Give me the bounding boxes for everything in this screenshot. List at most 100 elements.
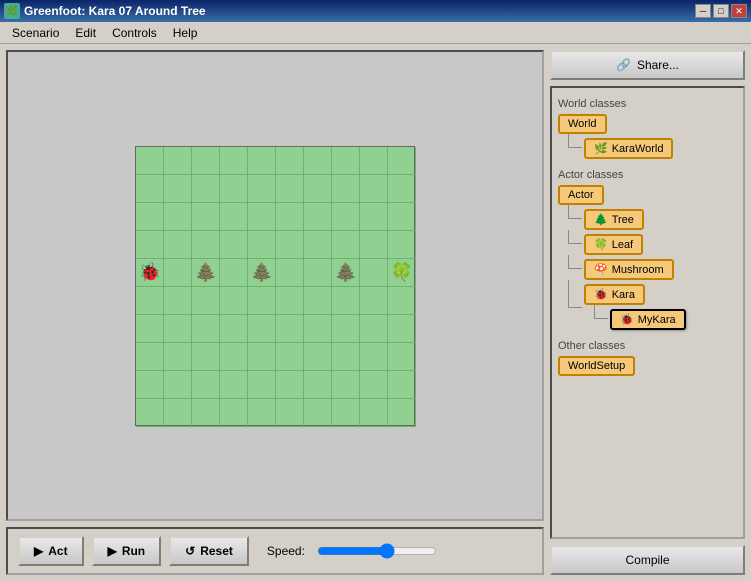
run-icon: ▶: [108, 544, 117, 558]
actor-classes-section: Actor classes Actor 🌲 Tree: [558, 169, 737, 332]
minimize-button[interactable]: ─: [695, 4, 711, 18]
share-button[interactable]: 🔗 Share...: [550, 50, 745, 80]
grid-cell: [248, 371, 276, 399]
grid-cell: [360, 147, 388, 175]
share-icon: 🔗: [616, 58, 631, 72]
class-box-leaf[interactable]: 🍀 Leaf: [584, 234, 643, 255]
grid-cell: [332, 287, 360, 315]
act-button[interactable]: ▶ Act: [18, 536, 84, 566]
grid-cell: [192, 343, 220, 371]
world-area: 🐞🌲🌲🌲🍀: [6, 50, 544, 521]
grid-cell: [220, 287, 248, 315]
classes-panel: World classes World 🌿 KaraWorld: [550, 86, 745, 539]
class-node-worldsetup: WorldSetup: [558, 356, 737, 376]
class-box-actor[interactable]: Actor: [558, 185, 604, 205]
class-box-worldsetup[interactable]: WorldSetup: [558, 356, 635, 376]
maximize-button[interactable]: □: [713, 4, 729, 18]
menu-edit[interactable]: Edit: [67, 24, 104, 42]
close-button[interactable]: ✕: [731, 4, 747, 18]
leaf-icon: 🍀: [594, 238, 608, 251]
grid-cell: [136, 343, 164, 371]
grid-cell: [276, 147, 304, 175]
grid-cell: [332, 203, 360, 231]
grid-cell: [164, 259, 192, 287]
grid-cell: [304, 231, 332, 259]
grid-cell: [220, 399, 248, 427]
grid-cell: [332, 315, 360, 343]
mykara-icon: 🐞: [620, 313, 634, 326]
tree-sprite: 🌲: [192, 259, 220, 287]
grid-cell: [360, 287, 388, 315]
class-node-mykara: 🐞 MyKara: [610, 309, 686, 330]
class-box-world[interactable]: World: [558, 114, 607, 134]
menu-scenario[interactable]: Scenario: [4, 24, 67, 42]
speed-label: Speed:: [267, 544, 305, 558]
menu-help[interactable]: Help: [165, 24, 206, 42]
grid-cell: [248, 203, 276, 231]
karaworld-label: KaraWorld: [612, 143, 664, 155]
window-title: Greenfoot: Kara 07 Around Tree: [24, 4, 206, 18]
grid-cell: [192, 287, 220, 315]
grid-cell: [192, 203, 220, 231]
world-grid: 🐞🌲🌲🌲🍀: [135, 146, 415, 426]
grid-cell: [276, 175, 304, 203]
other-classes-section: Other classes WorldSetup: [558, 340, 737, 376]
grid-cell: [388, 343, 416, 371]
class-node-leaf: 🍀 Leaf: [584, 234, 643, 255]
grid-cell: [332, 231, 360, 259]
grid-cell: [220, 371, 248, 399]
window-controls: ─ □ ✕: [695, 4, 747, 18]
grid-cell: [360, 231, 388, 259]
class-box-mushroom[interactable]: 🍄 Mushroom: [584, 259, 674, 280]
grid-cell: [248, 231, 276, 259]
menu-controls[interactable]: Controls: [104, 24, 165, 42]
grid-cell: [388, 147, 416, 175]
grid-cell: [304, 259, 332, 287]
act-icon: ▶: [34, 544, 43, 558]
tree-sprite: 🌲: [248, 259, 276, 287]
grid-cell: [304, 175, 332, 203]
grid-cell: [388, 203, 416, 231]
grid-cell: [276, 399, 304, 427]
grid-cell: [304, 315, 332, 343]
grid-cell: [220, 315, 248, 343]
class-box-karaworld[interactable]: 🌿 KaraWorld: [584, 138, 673, 159]
speed-slider[interactable]: [317, 543, 437, 559]
grid-cell: [360, 203, 388, 231]
grid-cell: [136, 147, 164, 175]
grid-cell: [248, 287, 276, 315]
grid-cell: [276, 343, 304, 371]
grid-cell: [332, 175, 360, 203]
tree-icon: 🌲: [594, 213, 608, 226]
world-classes-label: World classes: [558, 98, 737, 110]
compile-button[interactable]: Compile: [550, 545, 745, 575]
leaf-sprite: 🍀: [388, 259, 416, 287]
class-box-mykara[interactable]: 🐞 MyKara: [610, 309, 686, 330]
grid-cell: [136, 175, 164, 203]
grid-cell: [164, 371, 192, 399]
grid-cell: [360, 175, 388, 203]
grid-cell: [276, 287, 304, 315]
grid-cell: [388, 371, 416, 399]
grid-cell: [276, 203, 304, 231]
grid-cell: [220, 175, 248, 203]
run-button[interactable]: ▶ Run: [92, 536, 162, 566]
grid-cell: [192, 399, 220, 427]
app-icon: 🌿: [4, 3, 20, 19]
class-box-tree[interactable]: 🌲 Tree: [584, 209, 644, 230]
grid-cell: [332, 399, 360, 427]
class-box-kara[interactable]: 🐞 Kara: [584, 284, 645, 305]
grid-cell: [248, 343, 276, 371]
class-node-kara: 🐞 Kara: [584, 284, 686, 305]
kara-label: Kara: [612, 289, 635, 301]
grid-cell: [276, 315, 304, 343]
grid-cell: [360, 315, 388, 343]
other-classes-label: Other classes: [558, 340, 737, 352]
grid-cell: [360, 371, 388, 399]
mushroom-icon: 🍄: [594, 263, 608, 276]
grid-cell: [388, 315, 416, 343]
reset-button[interactable]: ↺ Reset: [169, 536, 249, 566]
world-label: World: [568, 118, 597, 130]
grid-cell: [248, 399, 276, 427]
grid-cell: [192, 231, 220, 259]
